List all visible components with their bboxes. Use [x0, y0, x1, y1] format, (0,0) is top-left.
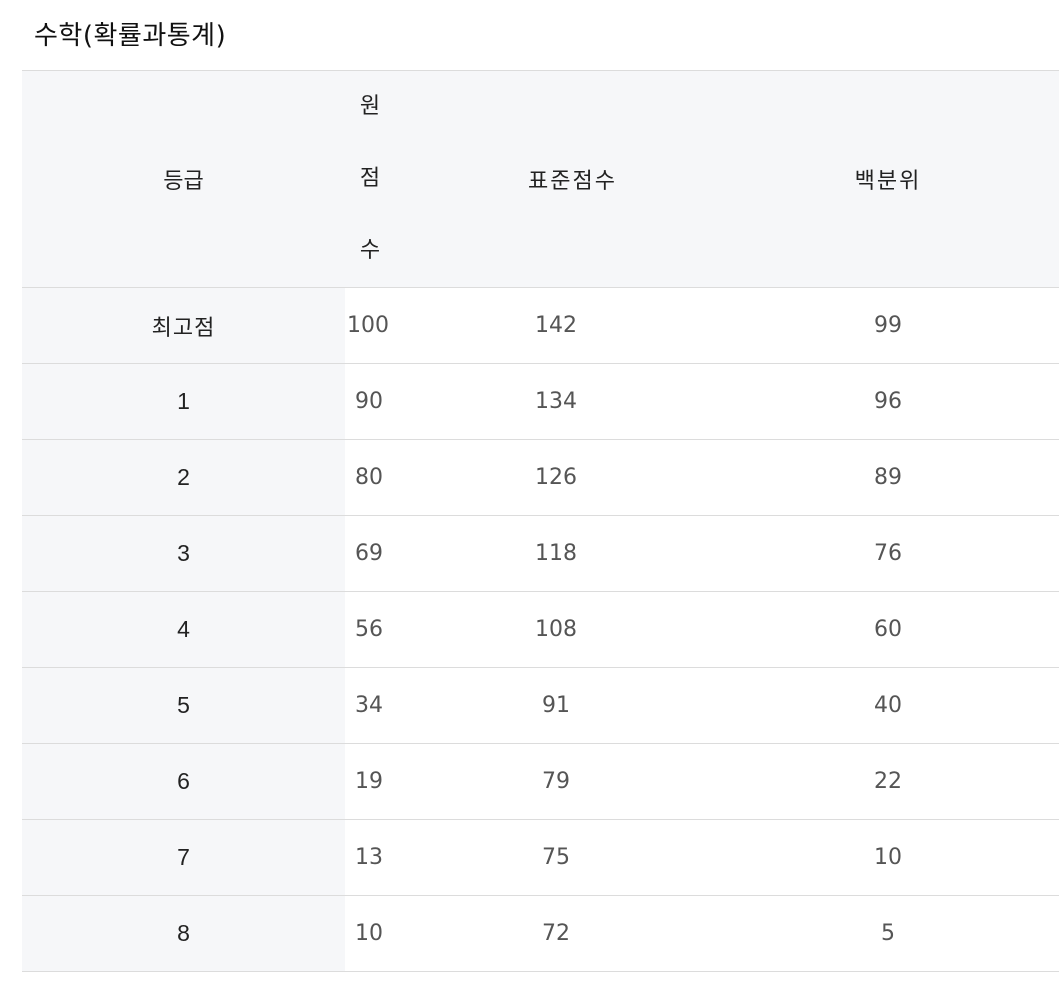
raw-score-cell: 10: [345, 895, 395, 972]
table-row: 6 19 79 22: [22, 743, 1059, 820]
page-title: 수학(확률과통계): [34, 21, 227, 51]
raw-score-cell: 90: [345, 363, 395, 440]
raw-score-cell: 34: [345, 667, 395, 744]
percentile-cell: 99: [717, 287, 1059, 364]
grade-cell: 3: [22, 515, 345, 592]
grade-cell: 5: [22, 667, 345, 744]
grade-cell: 2: [22, 439, 345, 516]
table-row: 2 80 126 89: [22, 439, 1059, 516]
standard-score-cell: 142: [395, 287, 717, 364]
raw-score-cell: 69: [345, 515, 395, 592]
header-row: 등급 원 점 수 표준점수 백분위: [22, 70, 1059, 288]
raw-score-cell: 13: [345, 819, 395, 896]
percentile-cell: 89: [717, 439, 1059, 516]
grade-cell: 1: [22, 363, 345, 440]
table-row: 8 10 72 5: [22, 895, 1059, 972]
table-body: 최고점 100 142 99 1 90 134 96 2 80 126 89 3…: [22, 287, 1059, 972]
raw-score-cell: 100: [345, 287, 395, 364]
table-row: 5 34 91 40: [22, 667, 1059, 744]
score-table: 등급 원 점 수 표준점수 백분위 최고점 100 142 99 1 90 13…: [22, 70, 1059, 972]
percentile-cell: 40: [717, 667, 1059, 744]
standard-score-cell: 108: [395, 591, 717, 668]
percentile-cell: 5: [717, 895, 1059, 972]
grade-cell: 4: [22, 591, 345, 668]
percentile-cell: 10: [717, 819, 1059, 896]
standard-score-cell: 79: [395, 743, 717, 820]
header-raw-score: 원 점 수: [345, 70, 395, 288]
header-raw-char: 원: [359, 94, 381, 119]
standard-score-cell: 134: [395, 363, 717, 440]
standard-score-cell: 75: [395, 819, 717, 896]
raw-score-cell: 19: [345, 743, 395, 820]
header-raw-char: 수: [359, 238, 381, 263]
standard-score-cell: 118: [395, 515, 717, 592]
percentile-cell: 76: [717, 515, 1059, 592]
grade-cell: 6: [22, 743, 345, 820]
header-percentile: 백분위: [717, 70, 1059, 288]
table-row: 7 13 75 10: [22, 819, 1059, 896]
table-row: 최고점 100 142 99: [22, 287, 1059, 364]
grade-cell: 8: [22, 895, 345, 972]
table-header: 등급 원 점 수 표준점수 백분위: [22, 70, 1059, 288]
header-grade: 등급: [22, 70, 345, 288]
percentile-cell: 96: [717, 363, 1059, 440]
header-raw-char: 점: [359, 166, 381, 191]
percentile-cell: 60: [717, 591, 1059, 668]
standard-score-cell: 126: [395, 439, 717, 516]
raw-score-cell: 80: [345, 439, 395, 516]
grade-cell: 최고점: [22, 287, 345, 364]
raw-score-cell: 56: [345, 591, 395, 668]
table-row: 1 90 134 96: [22, 363, 1059, 440]
standard-score-cell: 91: [395, 667, 717, 744]
grade-cell: 7: [22, 819, 345, 896]
table-row: 4 56 108 60: [22, 591, 1059, 668]
standard-score-cell: 72: [395, 895, 717, 972]
percentile-cell: 22: [717, 743, 1059, 820]
header-standard-score: 표준점수: [395, 70, 717, 288]
table-row: 3 69 118 76: [22, 515, 1059, 592]
